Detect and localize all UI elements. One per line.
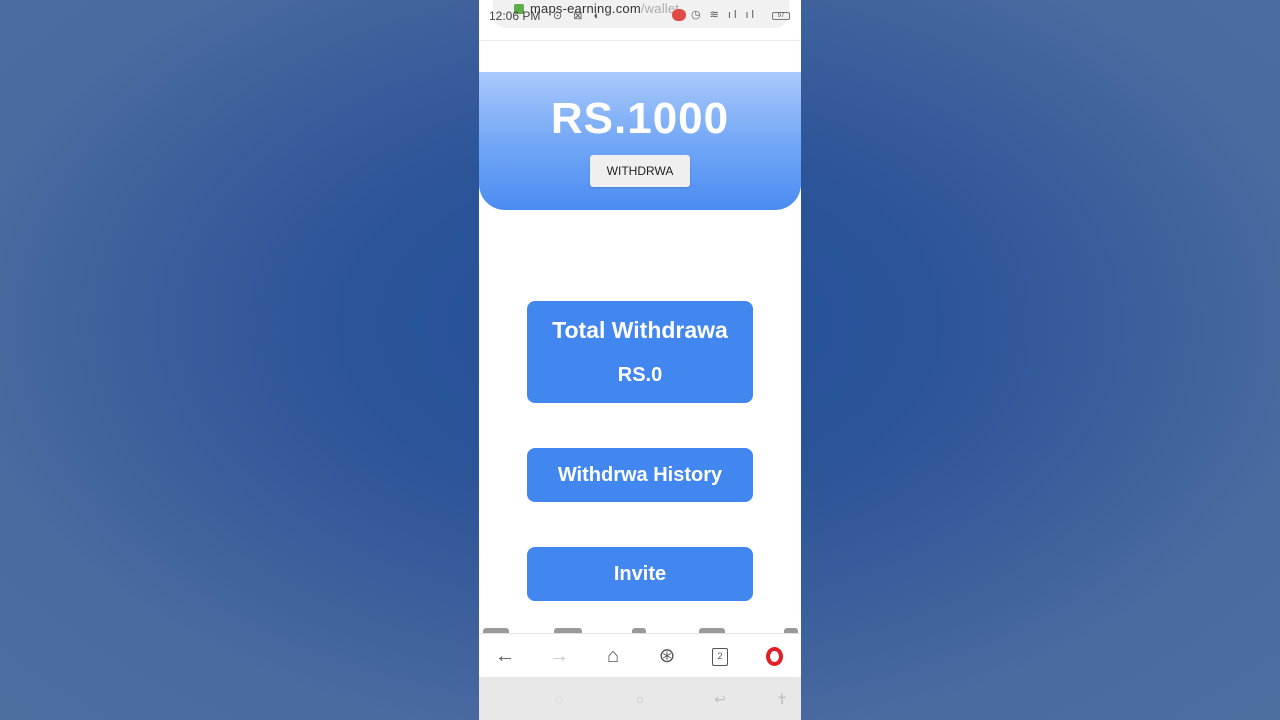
wallet-header: RS.1000 WITHDRWA [479, 72, 801, 210]
browser-toolbar: ← → ⌂ ⊛ 2 [479, 633, 801, 677]
battery-icon: 97 [772, 12, 790, 20]
total-withdraw-card[interactable]: Total Withdrawa RS.0 [527, 301, 753, 403]
total-withdraw-amount: RS.0 [617, 364, 663, 386]
forward-icon[interactable]: → [545, 642, 573, 670]
withdraw-button[interactable]: WITHDRWA [590, 155, 690, 187]
back-icon[interactable]: ← [491, 642, 519, 670]
system-nav-bar: ◌ ○ ↩ ✝ [479, 677, 801, 720]
notification-icons: ⊙ ⊠ ◐ [553, 10, 605, 22]
recent-apps-icon[interactable]: ◌ [551, 691, 567, 707]
tabs-icon[interactable]: 2 [712, 648, 728, 666]
withdraw-history-button[interactable]: Withdrwa History [527, 448, 753, 502]
total-withdraw-title: Total Withdrawa [552, 317, 728, 343]
status-bar: maps-earning.com/wallet 12:06 PM ⊙ ⊠ ◐ ◷… [479, 0, 801, 30]
phone-screen: maps-earning.com/wallet 12:06 PM ⊙ ⊠ ◐ ◷… [479, 0, 801, 720]
wallet-balance: RS.1000 [550, 94, 730, 143]
invite-button[interactable]: Invite [527, 547, 753, 601]
signal-icons: ◷ ≋ ıl ıl [691, 9, 757, 21]
opera-menu-icon[interactable] [766, 647, 783, 666]
record-icon [672, 9, 686, 21]
speed-dial-icon[interactable]: ⊛ [653, 642, 681, 670]
status-time: 12:06 PM [489, 9, 541, 23]
accessibility-icon[interactable]: ✝ [774, 691, 790, 707]
home-icon[interactable]: ⌂ [599, 642, 627, 670]
back-nav-icon[interactable]: ↩ [712, 691, 728, 707]
divider [479, 40, 801, 41]
home-nav-icon[interactable]: ○ [632, 691, 648, 707]
